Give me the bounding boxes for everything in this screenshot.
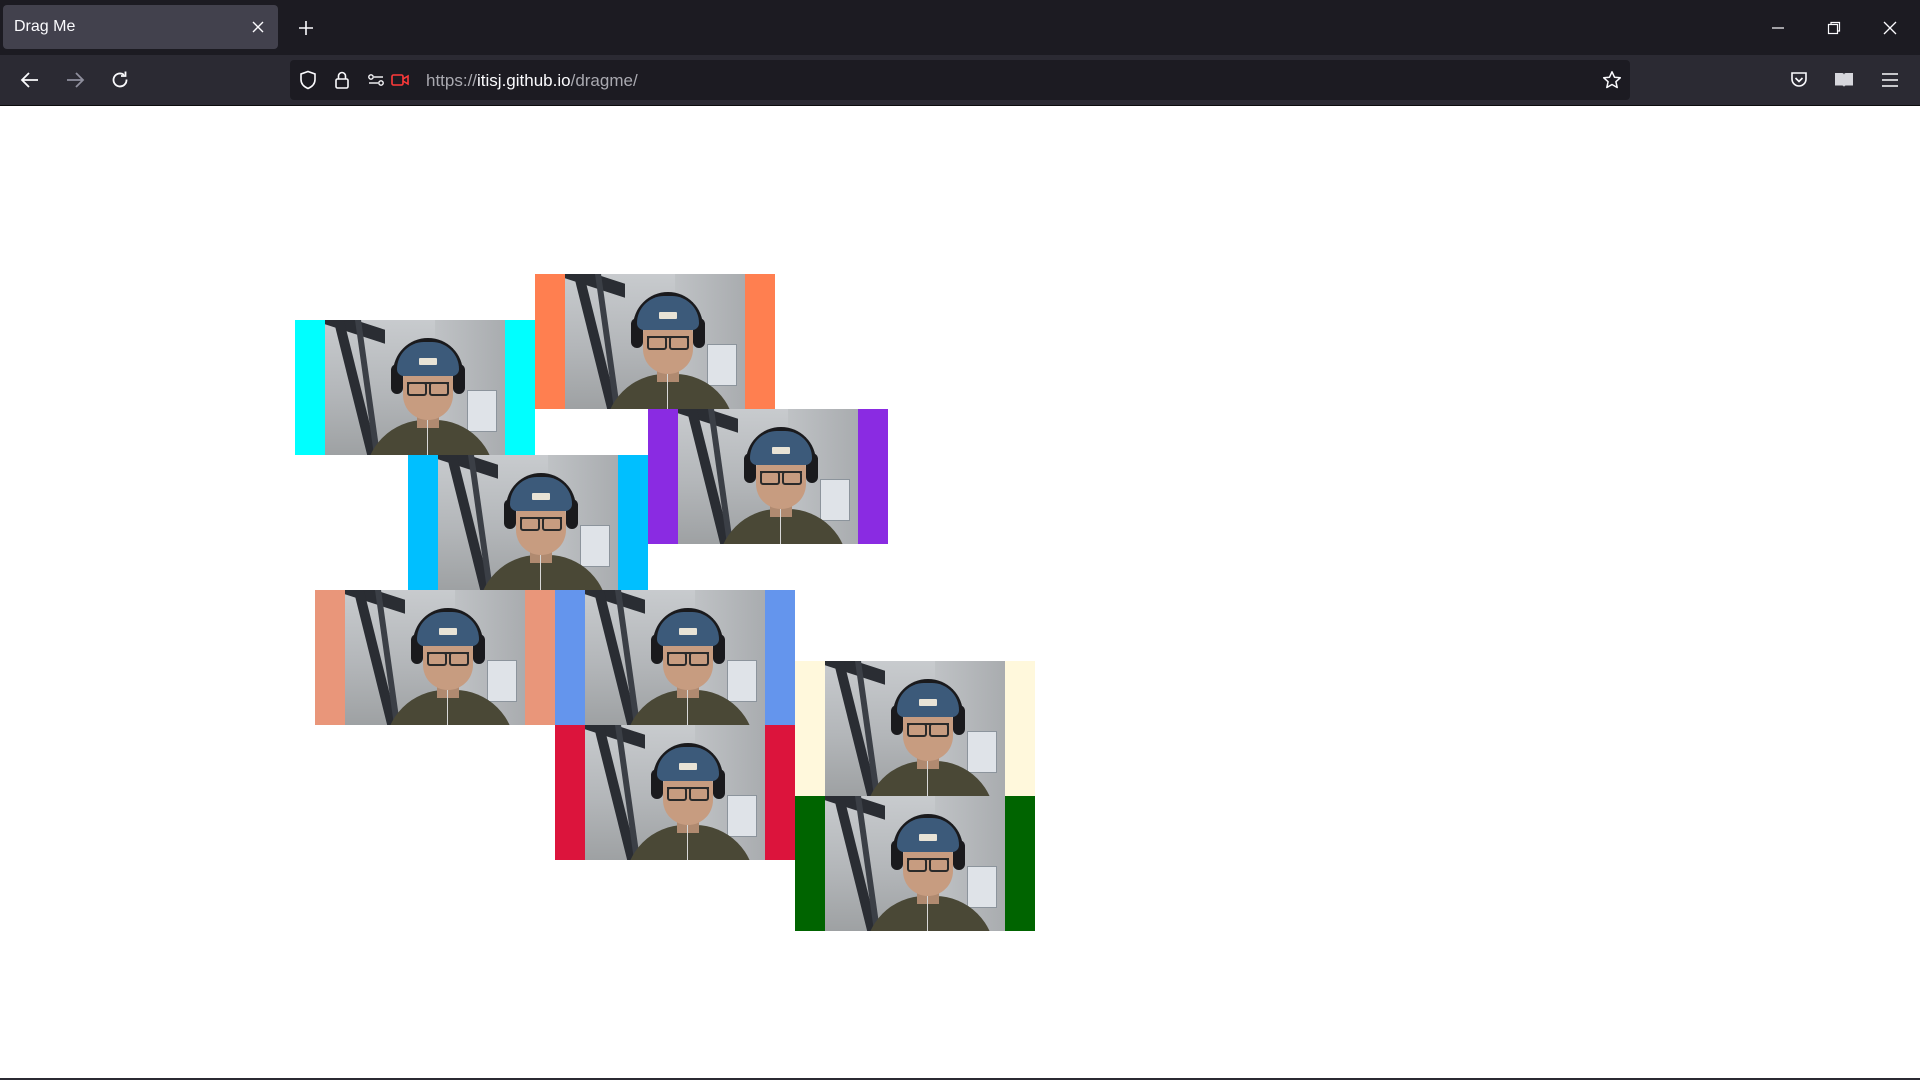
reader-icon[interactable] — [1828, 64, 1860, 96]
close-icon[interactable] — [1874, 12, 1906, 44]
close-icon[interactable] — [246, 15, 270, 39]
card-cyan[interactable] — [295, 320, 535, 455]
navigation-bar: https://itisj.github.io/dragme/ — [0, 55, 1920, 106]
shield-icon[interactable] — [296, 68, 320, 92]
webcam-video — [565, 274, 745, 409]
card-cornflowerblue[interactable] — [555, 590, 795, 725]
pocket-icon[interactable] — [1783, 64, 1815, 96]
arrow-left-icon[interactable] — [14, 64, 46, 96]
url-path: /dragme/ — [570, 71, 638, 90]
permissions-icon[interactable] — [364, 68, 388, 92]
webcam-video — [825, 796, 1005, 931]
url-bar[interactable]: https://itisj.github.io/dragme/ — [290, 60, 1630, 100]
card-deepskyblue[interactable] — [408, 455, 648, 590]
card-crimson[interactable] — [555, 725, 795, 860]
lock-icon[interactable] — [330, 68, 354, 92]
url-text[interactable]: https://itisj.github.io/dragme/ — [426, 71, 638, 91]
minimize-icon[interactable] — [1762, 12, 1794, 44]
webcam-video — [345, 590, 525, 725]
webcam-video — [678, 409, 858, 544]
webcam-video — [585, 590, 765, 725]
card-blueviolet[interactable] — [648, 409, 888, 544]
browser-window: Drag Me https://itisj.github.io/dragme/ — [0, 0, 1920, 1080]
tab-title: Drag Me — [14, 18, 76, 35]
url-host: itisj.github.io — [477, 71, 571, 90]
card-darkgreen[interactable] — [795, 796, 1035, 931]
card-cornsilk[interactable] — [795, 661, 1035, 796]
webcam-video — [438, 455, 618, 590]
camera-icon[interactable] — [388, 68, 412, 92]
restore-icon[interactable] — [1818, 12, 1850, 44]
url-scheme: https:// — [426, 71, 478, 90]
tab-drag-me[interactable]: Drag Me — [3, 5, 278, 49]
plus-icon[interactable] — [292, 14, 320, 42]
webcam-video — [585, 725, 765, 860]
star-icon[interactable] — [1600, 68, 1624, 92]
page-content — [0, 106, 1920, 1078]
tab-strip: Drag Me — [0, 0, 1920, 55]
card-coral[interactable] — [535, 274, 775, 409]
webcam-video — [325, 320, 505, 455]
hamburger-icon[interactable] — [1874, 64, 1906, 96]
arrow-right-icon[interactable] — [59, 64, 91, 96]
reload-icon[interactable] — [104, 64, 136, 96]
card-darksalmon[interactable] — [315, 590, 555, 725]
webcam-video — [825, 661, 1005, 796]
